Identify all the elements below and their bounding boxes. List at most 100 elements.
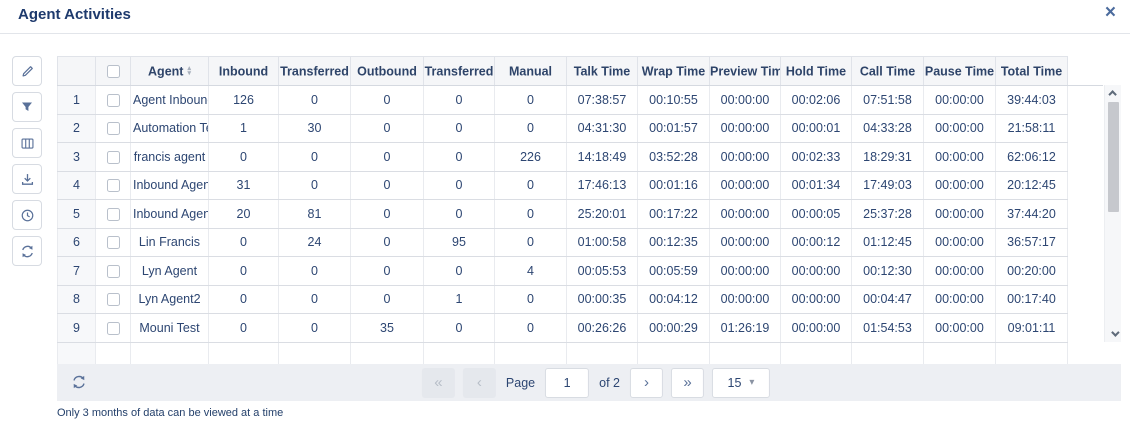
row-checkbox-cell [96,257,131,286]
data-cell: 00:12:35 [638,228,710,257]
data-cell: 226 [495,143,567,172]
columns-button[interactable] [12,128,42,158]
row-checkbox[interactable] [107,236,120,249]
agent-name-cell: Lin Francis [131,228,209,257]
last-page-button[interactable]: » [671,368,704,398]
data-cell: 24 [279,228,351,257]
data-cell: 07:38:57 [567,86,638,115]
row-filler [1068,86,1104,115]
data-cell: 0 [209,143,279,172]
data-cell: 25:37:28 [852,200,924,229]
data-cell: 18:29:31 [852,143,924,172]
data-cell: 0 [279,257,351,286]
data-cell: 4 [495,257,567,286]
column-header-agent[interactable]: Agent▴▾ [131,57,209,86]
column-header-transferred[interactable]: Transferred [279,57,351,86]
prev-page-button[interactable]: ‹ [463,368,496,398]
filter-button[interactable] [12,92,42,122]
row-checkbox-cell [96,285,131,314]
first-page-button[interactable]: « [422,368,455,398]
data-cell [351,342,424,364]
row-checkbox[interactable] [107,179,120,192]
data-cell: 00:00:00 [781,285,852,314]
edit-button[interactable] [12,56,42,86]
data-cell [781,342,852,364]
data-cell: 0 [495,200,567,229]
row-filler [1068,314,1104,343]
column-header-preview-time[interactable]: Preview Time [710,57,781,86]
column-header-talk-time[interactable]: Talk Time [567,57,638,86]
column-header-outbound[interactable]: Outbound [351,57,424,86]
row-checkbox[interactable] [107,322,120,335]
data-cell: 01:26:19 [710,314,781,343]
data-cell [424,342,495,364]
data-cell: 0 [279,143,351,172]
column-header-wrap-time[interactable]: Wrap Time [638,57,710,86]
row-checkbox[interactable] [107,94,120,107]
row-number-cell: 5 [58,200,96,229]
select-all-checkbox[interactable] [107,65,120,78]
data-cell: 00:00:00 [924,200,996,229]
vertical-scrollbar[interactable] [1104,85,1121,342]
data-cell: 00:17:22 [638,200,710,229]
refresh-button[interactable] [12,236,42,266]
page-number-input[interactable] [545,368,589,398]
page-size-dropdown[interactable]: 15 ▾ [712,368,770,398]
data-cell: 00:00:00 [781,257,852,286]
chevron-down-icon: ▾ [749,377,754,388]
column-header-hold-time[interactable]: Hold Time [781,57,852,86]
scrollbar-thumb[interactable] [1108,102,1119,212]
data-cell: 0 [279,314,351,343]
data-cell: 0 [351,200,424,229]
agent-activities-table: Agent▴▾InboundTransferredOutboundTransfe… [57,56,1103,365]
column-header-pause-time[interactable]: Pause Time [924,57,996,86]
next-page-button[interactable]: › [630,368,663,398]
data-cell: 04:33:28 [852,114,924,143]
data-cell [279,342,351,364]
data-cell: 0 [351,285,424,314]
data-cell: 17:46:13 [567,171,638,200]
data-cell: 0 [279,285,351,314]
data-cell: 14:18:49 [567,143,638,172]
data-cell: 35 [351,314,424,343]
data-cell: 0 [424,200,495,229]
row-checkbox[interactable] [107,208,120,221]
row-checkbox-cell [96,314,131,343]
column-header-transferred[interactable]: Transferred [424,57,495,86]
download-button[interactable] [12,164,42,194]
data-cell: 95 [424,228,495,257]
data-cell: 00:01:57 [638,114,710,143]
table-row: 4Inbound Agent31000017:46:1300:01:1600:0… [58,171,1104,200]
row-number-cell: 9 [58,314,96,343]
agent-activities-dialog: Agent Activities × [0,0,1130,433]
column-header-manual[interactable]: Manual [495,57,567,86]
data-cell: 0 [495,314,567,343]
column-header-total-time[interactable]: Total Time [996,57,1068,86]
table-row: 3francis agent000022614:18:4903:52:2800:… [58,143,1104,172]
row-checkbox[interactable] [107,122,120,135]
row-checkbox[interactable] [107,293,120,306]
data-cell [852,342,924,364]
scroll-down-icon[interactable] [1105,327,1122,341]
column-header-inbound[interactable]: Inbound [209,57,279,86]
row-number-cell: 8 [58,285,96,314]
data-cell: 00:00:35 [567,285,638,314]
row-checkbox[interactable] [107,265,120,278]
column-header-call-time[interactable]: Call Time [852,57,924,86]
row-checkbox-cell [96,114,131,143]
data-cell [996,342,1068,364]
row-checkbox[interactable] [107,151,120,164]
row-filler [1068,228,1104,257]
pager-refresh-button[interactable] [71,374,87,395]
pager-controls: « ‹ Page of 2 › » 15 ▾ [422,367,770,398]
data-cell [710,342,781,364]
scroll-up-icon[interactable] [1105,86,1122,100]
data-cell: 00:00:00 [710,200,781,229]
agent-name-cell [131,342,209,364]
data-cell: 20 [209,200,279,229]
columns-icon [20,136,35,151]
history-button[interactable] [12,200,42,230]
data-cell: 00:00:00 [710,285,781,314]
row-number-cell: 3 [58,143,96,172]
close-icon[interactable]: × [1101,2,1120,25]
